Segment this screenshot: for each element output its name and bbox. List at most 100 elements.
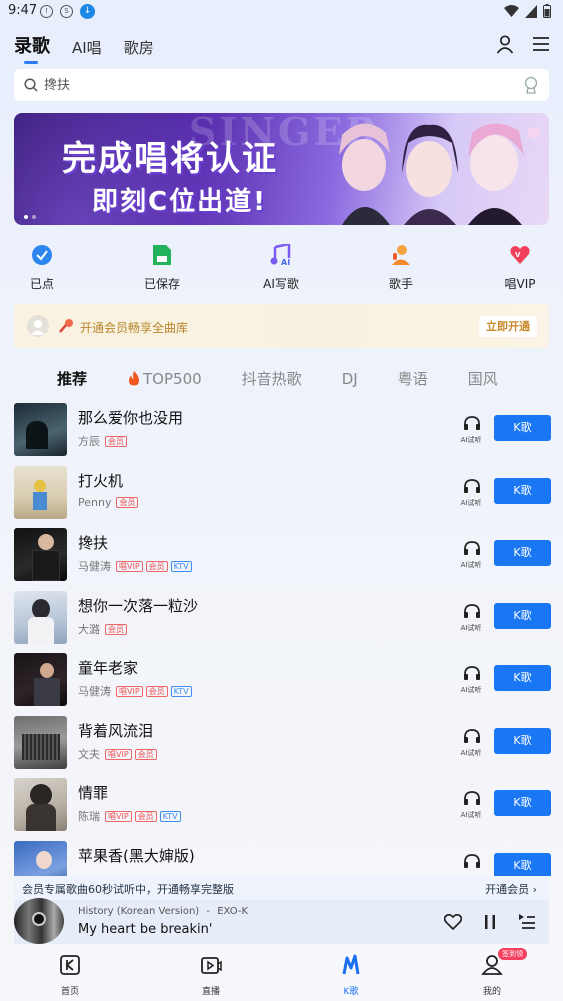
k-song-button[interactable]: K歌 (494, 603, 551, 629)
k-song-button[interactable]: K歌 (494, 853, 551, 876)
song-cover (14, 716, 67, 769)
promo-banner[interactable]: SINGER 完成唱将认证 即刻C位出道! (14, 113, 549, 225)
category-tab-guofeng[interactable]: 国风 (468, 368, 498, 389)
sign-in-badge: 签到领 (498, 948, 527, 960)
ai-listen-button[interactable]: AI试听 (460, 540, 484, 570)
song-row[interactable]: 情罪 陈瑞 唱VIP 会员 KTV AI试听 K歌 (14, 778, 551, 832)
category-tab-label: TOP500 (143, 369, 202, 388)
nav-k-song[interactable]: K歌 (321, 954, 381, 997)
user-icon[interactable] (495, 34, 515, 54)
ai-listen-label: AI试听 (460, 686, 482, 694)
tab-record-song[interactable]: 录歌 (14, 32, 50, 64)
open-membership-link[interactable]: 开通会员 › (485, 881, 537, 897)
nav-home[interactable]: 首页 (40, 954, 100, 997)
tab-ai-sing[interactable]: AI唱 (72, 37, 102, 58)
category-tab-top500[interactable]: TOP500 (127, 370, 202, 388)
k-song-button[interactable]: K歌 (494, 665, 551, 691)
home-k-icon (60, 955, 80, 975)
k-song-button[interactable]: K歌 (494, 415, 551, 441)
category-tab-dj[interactable]: DJ (342, 370, 358, 388)
song-tag: 唱VIP (116, 685, 143, 697)
pause-icon[interactable] (484, 914, 496, 930)
vip-promo-text: 开通会员畅享全曲库 (80, 321, 189, 335)
quick-entry-singer[interactable]: 歌手 (366, 244, 436, 292)
song-artist: 马健涛 (78, 560, 111, 573)
ai-listen-button[interactable]: AI试听 (460, 478, 484, 508)
menu-icon[interactable] (531, 34, 551, 54)
category-tabs: 推荐 TOP500 抖音热歌 DJ 粤语 国风 (57, 368, 538, 389)
search-bar[interactable] (14, 69, 549, 101)
microphone-vip-icon (59, 319, 73, 333)
song-row[interactable]: 想你一次落一粒沙 大潞 会员 AI试听 K歌 (14, 591, 551, 645)
song-title: 那么爱你也没用 (78, 409, 184, 427)
player-song-info: History (Korean Version) - EXO-K (78, 906, 248, 917)
song-cover (14, 841, 67, 876)
k-song-button[interactable]: K歌 (494, 790, 551, 816)
k-song-button[interactable]: K歌 (494, 728, 551, 754)
song-tag: 会员 (105, 623, 127, 635)
quick-entry-label: 唱VIP (504, 277, 536, 291)
tab-song-room[interactable]: 歌房 (124, 37, 154, 58)
ai-listen-button[interactable]: AI试听 (460, 728, 484, 758)
shield-status-icon: ! (40, 5, 53, 18)
singer-icon (392, 245, 410, 265)
quick-entry-label: AI写歌 (263, 277, 299, 291)
song-cover (14, 466, 67, 519)
song-row[interactable]: 背着风流泪 文夫 唱VIP 会员 AI试听 K歌 (14, 716, 551, 770)
check-circle-icon (32, 245, 52, 265)
banner-dot (32, 215, 36, 219)
song-row[interactable]: 打火机 Penny 会员 AI试听 K歌 (14, 466, 551, 520)
download-status-icon: ↓ (80, 4, 95, 19)
quick-entry-vip[interactable]: V 唱VIP (485, 244, 555, 292)
category-tab-douyin[interactable]: 抖音热歌 (242, 368, 302, 389)
song-artist: 陈瑞 (78, 810, 100, 823)
status-time: 9:47 (8, 3, 38, 18)
quick-entry-ai-write[interactable]: AI AI写歌 (246, 242, 316, 292)
player-song-name: History (Korean Version) (78, 906, 200, 917)
mini-player[interactable]: History (Korean Version) - EXO-K My hear… (14, 898, 549, 944)
song-row[interactable]: 苹果香(黑大婶版) K歌 (14, 841, 551, 876)
song-tag: 唱VIP (105, 748, 132, 760)
fire-icon (129, 371, 140, 386)
vip-open-button[interactable]: 立即开通 (479, 316, 537, 337)
ai-listen-button[interactable]: AI试听 (460, 603, 484, 633)
vip-promo-strip[interactable]: 开通会员畅享全曲库 立即开通 (14, 304, 549, 348)
banner-dot (24, 215, 28, 219)
song-meta: 方辰 会员 (78, 433, 127, 449)
heart-icon[interactable] (444, 914, 462, 930)
ai-listen-button[interactable] (460, 853, 484, 872)
song-row[interactable]: 童年老家 马健涛 唱VIP 会员 KTV AI试听 K歌 (14, 653, 551, 707)
category-tab-recommend[interactable]: 推荐 (57, 368, 87, 389)
song-title: 背着风流泪 (78, 722, 154, 740)
chevron-right-icon: › (532, 883, 537, 896)
k-song-button[interactable]: K歌 (494, 540, 551, 566)
microphone-icon[interactable] (524, 76, 538, 94)
svg-text:V: V (515, 251, 521, 259)
song-row[interactable]: 搀扶 马健涛 唱VIP 会员 KTV AI试听 K歌 (14, 528, 551, 582)
quick-entry-saved[interactable]: 已保存 (127, 244, 197, 292)
ai-listen-button[interactable]: AI试听 (460, 665, 484, 695)
live-tv-icon (201, 957, 222, 974)
nav-profile[interactable]: 我的 (462, 954, 522, 997)
song-meta: 文夫 唱VIP 会员 (78, 746, 157, 762)
signal-icon (525, 4, 537, 18)
song-row[interactable]: 那么爱你也没用 方辰 会员 AI试听 K歌 (14, 403, 551, 457)
song-tag: 唱VIP (116, 560, 143, 572)
nav-live[interactable]: 直播 (181, 954, 241, 997)
category-tab-cantonese[interactable]: 粤语 (398, 368, 428, 389)
k-song-button[interactable]: K歌 (494, 478, 551, 504)
ai-listen-label: AI试听 (460, 561, 482, 569)
ai-listen-label: AI试听 (460, 436, 482, 444)
quick-entry-ordered[interactable]: 已点 (7, 244, 77, 292)
ai-listen-button[interactable]: AI试听 (460, 790, 484, 820)
song-tag: 会员 (134, 810, 157, 822)
ai-listen-button[interactable]: AI试听 (460, 415, 484, 445)
search-input[interactable] (44, 69, 514, 101)
saved-file-icon (153, 245, 171, 265)
song-title: 苹果香(黑大婶版) (78, 847, 195, 865)
song-artist: Penny (78, 496, 112, 509)
player-cover (14, 898, 64, 944)
player-artist: EXO-K (217, 906, 249, 917)
nav-label: 首页 (60, 987, 79, 997)
playlist-icon[interactable] (518, 913, 536, 930)
